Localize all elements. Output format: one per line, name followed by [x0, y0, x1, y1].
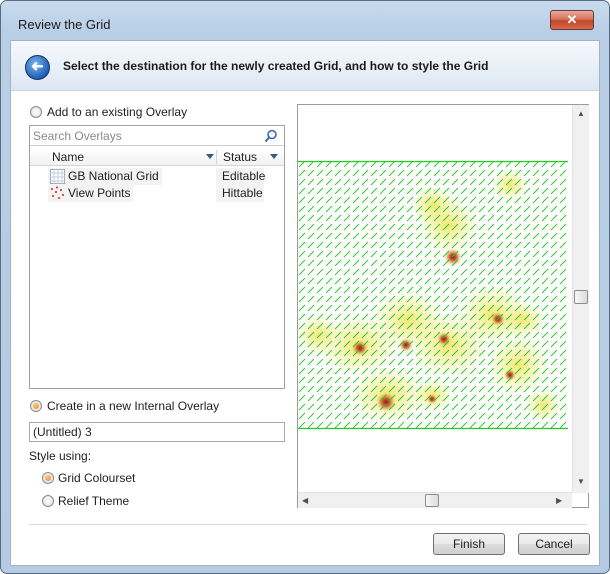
- new-overlay-name-input[interactable]: (Untitled) 3: [29, 422, 285, 442]
- grid-preview: ▲ ▼ ◀ ▶: [297, 104, 589, 508]
- overlay-row-name: View Points: [48, 185, 134, 202]
- search-icon[interactable]: [264, 129, 278, 143]
- horizontal-scroll-thumb[interactable]: [425, 494, 439, 507]
- new-overlay-label[interactable]: Create in a new Internal Overlay: [47, 399, 219, 413]
- dialog-client: ➜ Select the destination for the newly c…: [10, 40, 600, 566]
- existing-overlay-label[interactable]: Add to an existing Overlay: [47, 105, 187, 119]
- column-status-header[interactable]: Status: [223, 150, 257, 164]
- scroll-up-icon[interactable]: ▲: [577, 109, 585, 118]
- scroll-left-icon[interactable]: ◀: [302, 496, 308, 505]
- grid-layer-icon: [50, 169, 65, 184]
- grid-hatch: [298, 161, 568, 429]
- overlay-list-panel: Search Overlays Name Status GB National …: [29, 125, 285, 389]
- overlay-row-name: GB National Grid: [48, 168, 162, 185]
- footer-divider: [29, 524, 587, 525]
- overlay-row[interactable]: GB National Grid Editable: [30, 168, 284, 185]
- overlay-name-text: View Points: [68, 186, 131, 200]
- vertical-scrollbar[interactable]: ▲ ▼: [572, 105, 589, 493]
- existing-overlay-radio[interactable]: [30, 106, 42, 118]
- overlay-list-header: Name Status: [30, 148, 284, 166]
- vertical-scroll-thumb[interactable]: [574, 290, 588, 304]
- points-layer-icon: [51, 186, 64, 199]
- dialog-window: Review the Grid ✕ ➜ Select the destinati…: [0, 0, 610, 574]
- finish-button[interactable]: Finish: [433, 533, 505, 555]
- window-title: Review the Grid: [18, 17, 111, 32]
- back-arrow-icon: ➜: [31, 58, 44, 75]
- grid-preview-image: [298, 160, 568, 492]
- style-using-label: Style using:: [29, 449, 92, 463]
- overlay-row[interactable]: View Points Hittable: [30, 185, 284, 202]
- overlay-status: Editable: [216, 168, 265, 185]
- cancel-button[interactable]: Cancel: [518, 533, 590, 555]
- scroll-down-icon[interactable]: ▼: [577, 477, 585, 486]
- search-overlays-input[interactable]: Search Overlays: [30, 126, 284, 146]
- column-separator[interactable]: [216, 150, 217, 164]
- search-placeholder: Search Overlays: [33, 129, 122, 143]
- new-overlay-radio[interactable]: [30, 400, 42, 412]
- relief-theme-label[interactable]: Relief Theme: [58, 494, 129, 508]
- overlay-status: Hittable: [216, 185, 264, 202]
- back-button[interactable]: ➜: [25, 55, 50, 80]
- chevron-down-icon[interactable]: [206, 154, 214, 159]
- wizard-header: ➜ Select the destination for the newly c…: [11, 41, 599, 91]
- relief-theme-radio[interactable]: [42, 495, 54, 507]
- title-bar[interactable]: Review the Grid ✕: [1, 1, 609, 37]
- chevron-down-icon[interactable]: [270, 154, 278, 159]
- wizard-instruction: Select the destination for the newly cre…: [63, 59, 489, 73]
- grid-colourset-radio[interactable]: [42, 472, 54, 484]
- grid-colourset-label[interactable]: Grid Colourset: [58, 471, 135, 485]
- column-name-header[interactable]: Name: [52, 150, 84, 164]
- overlay-name-text: GB National Grid: [68, 169, 159, 183]
- close-button[interactable]: ✕: [550, 10, 594, 30]
- scroll-right-icon[interactable]: ▶: [556, 496, 562, 505]
- horizontal-scrollbar[interactable]: ◀ ▶: [298, 492, 572, 508]
